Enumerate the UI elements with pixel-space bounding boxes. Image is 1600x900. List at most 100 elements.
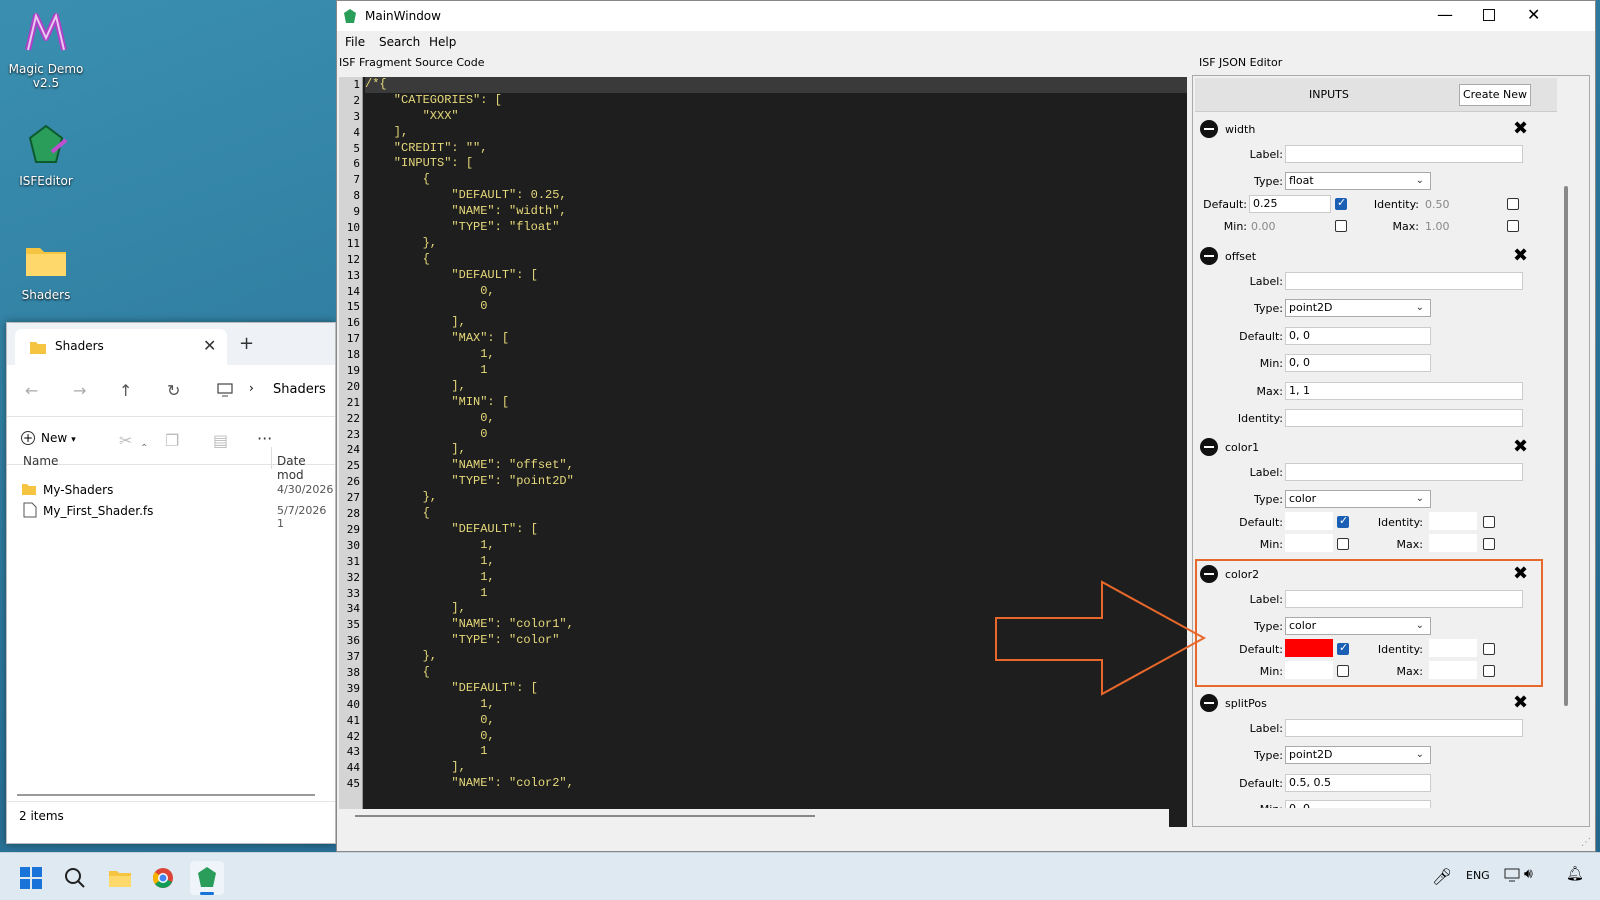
menu-help[interactable]: Help (429, 35, 456, 49)
code-line[interactable]: "DEFAULT": [ (365, 268, 1187, 284)
code-line[interactable]: 0, (365, 713, 1187, 729)
column-header-name[interactable]: Name (23, 454, 58, 468)
code-line[interactable]: "MIN": [ (365, 395, 1187, 411)
microphone-icon[interactable]: 🎤︎ (1432, 867, 1452, 886)
json-vertical-scrollbar[interactable] (1557, 78, 1575, 818)
min-checkbox[interactable] (1337, 665, 1349, 677)
code-line[interactable]: { (365, 506, 1187, 522)
more-icon[interactable]: ··· (257, 429, 272, 448)
label-field[interactable] (1285, 590, 1523, 608)
paste-icon[interactable]: ▤ (213, 431, 228, 450)
column-header-date[interactable]: Date mod (277, 454, 335, 482)
type-select[interactable]: color ⌄ (1285, 617, 1431, 635)
delete-input-icon[interactable]: ✖ (1513, 438, 1528, 456)
scrollbar-thumb[interactable] (1564, 186, 1568, 706)
default-field[interactable]: 0, 0 (1285, 327, 1431, 345)
delete-input-icon[interactable]: ✖ (1513, 694, 1528, 712)
list-item[interactable]: My_First_Shader.fs 5/7/2026 1 (21, 502, 331, 530)
language-indicator[interactable]: ENG (1466, 869, 1490, 882)
menu-search[interactable]: Search (379, 35, 420, 49)
code-line[interactable]: ], (365, 442, 1187, 458)
identity-checkbox[interactable] (1507, 198, 1519, 210)
code-line[interactable]: "DEFAULT": [ (365, 522, 1187, 538)
code-line[interactable]: "NAME": "width", (365, 204, 1187, 220)
max-checkbox[interactable] (1483, 665, 1495, 677)
identity-value[interactable]: 0.50 (1425, 198, 1450, 211)
code-line[interactable]: "NAME": "color2", (365, 776, 1187, 792)
collapse-icon[interactable] (1200, 120, 1218, 138)
resize-grip-icon[interactable]: ⋰ (1581, 837, 1591, 848)
identity-checkbox[interactable] (1483, 516, 1495, 528)
default-checkbox[interactable] (1335, 196, 1347, 210)
code-line[interactable]: "CATEGORIES": [ (365, 93, 1187, 109)
default-checkbox[interactable] (1337, 514, 1349, 528)
desktop-icon-shaders[interactable]: Shaders (6, 236, 86, 302)
back-arrow-icon[interactable]: ← (25, 381, 38, 400)
create-new-button[interactable]: Create New (1459, 84, 1531, 106)
explorer-tab[interactable]: Shaders ✕ (15, 329, 227, 365)
code-line[interactable]: 1 (365, 744, 1187, 760)
new-button[interactable]: + New ▾ (21, 431, 76, 445)
identity-color-swatch[interactable] (1429, 639, 1477, 657)
monitor-icon[interactable] (217, 383, 233, 400)
default-color-swatch[interactable] (1285, 639, 1333, 657)
max-color-swatch[interactable] (1429, 661, 1477, 679)
code-line[interactable]: 0 (365, 299, 1187, 315)
max-checkbox[interactable] (1483, 538, 1495, 550)
close-icon[interactable]: ✕ (1527, 5, 1540, 24)
identity-checkbox[interactable] (1483, 643, 1495, 655)
type-select[interactable]: float ⌄ (1285, 172, 1431, 190)
chrome-icon[interactable] (152, 867, 174, 892)
horizontal-scrollbar[interactable] (17, 794, 315, 796)
max-field[interactable]: 1, 1 (1285, 382, 1523, 400)
network-icon[interactable] (1504, 867, 1520, 886)
maximize-icon[interactable] (1483, 9, 1495, 21)
minimize-icon[interactable]: — (1437, 5, 1453, 24)
code-line[interactable]: 1, (365, 347, 1187, 363)
scrollbar-thumb[interactable] (355, 815, 815, 817)
min-checkbox[interactable] (1335, 220, 1347, 232)
notification-bell-icon[interactable]: 🔔︎ (1566, 866, 1584, 882)
min-field[interactable]: 0, 0 (1285, 354, 1431, 372)
desktop-icon-magic-demo[interactable]: Magic Demo v2.5 (6, 10, 86, 90)
default-field[interactable]: 0.5, 0.5 (1285, 774, 1431, 792)
code-line[interactable]: ], (365, 125, 1187, 141)
code-line[interactable]: "INPUTS": [ (365, 156, 1187, 172)
code-line[interactable]: { (365, 172, 1187, 188)
default-field[interactable]: 0.25 (1249, 195, 1331, 213)
min-color-swatch[interactable] (1285, 661, 1333, 679)
code-line[interactable]: "TYPE": "point2D" (365, 474, 1187, 490)
code-line[interactable]: /*{ (365, 77, 1187, 93)
code-line[interactable]: "NAME": "offset", (365, 458, 1187, 474)
code-line[interactable]: 0, (365, 284, 1187, 300)
label-field[interactable] (1285, 463, 1523, 481)
code-line[interactable]: 1, (365, 697, 1187, 713)
menu-file[interactable]: File (345, 35, 365, 49)
collapse-icon[interactable] (1200, 247, 1218, 265)
code-line[interactable]: "TYPE": "float" (365, 220, 1187, 236)
code-line[interactable]: "DEFAULT": 0.25, (365, 188, 1187, 204)
list-item[interactable]: My-Shaders 4/30/2026 (21, 481, 333, 501)
close-tab-icon[interactable]: ✕ (203, 336, 216, 355)
code-line[interactable]: "XXX" (365, 109, 1187, 125)
volume-icon[interactable]: 🔊︎ (1524, 866, 1533, 882)
isfeditor-taskbar-icon[interactable] (190, 861, 224, 895)
collapse-icon[interactable] (1200, 438, 1218, 456)
search-icon[interactable] (64, 867, 86, 892)
label-field[interactable] (1285, 145, 1523, 163)
code-line[interactable]: 1 (365, 363, 1187, 379)
file-explorer-icon[interactable] (108, 867, 132, 892)
identity-field[interactable] (1285, 409, 1523, 427)
type-select[interactable]: point2D ⌄ (1285, 299, 1431, 317)
min-checkbox[interactable] (1337, 538, 1349, 550)
desktop-icon-isfeditor[interactable]: ISFEditor (6, 122, 86, 188)
delete-input-icon[interactable]: ✖ (1513, 565, 1528, 583)
code-line[interactable]: ], (365, 315, 1187, 331)
min-field[interactable]: 0, 0 (1285, 800, 1431, 808)
min-color-swatch[interactable] (1285, 534, 1333, 552)
code-editor[interactable]: 1 2 3 4 5 6 7 8 9 10 11 12 13 14 15 16 17 18 19 20 21 22 23 24 2… (339, 77, 1187, 809)
type-select[interactable]: point2D ⌄ (1285, 746, 1431, 764)
code-line[interactable]: }, (365, 490, 1187, 506)
code-line[interactable]: { (365, 252, 1187, 268)
up-arrow-icon[interactable]: ↑ (119, 381, 132, 400)
